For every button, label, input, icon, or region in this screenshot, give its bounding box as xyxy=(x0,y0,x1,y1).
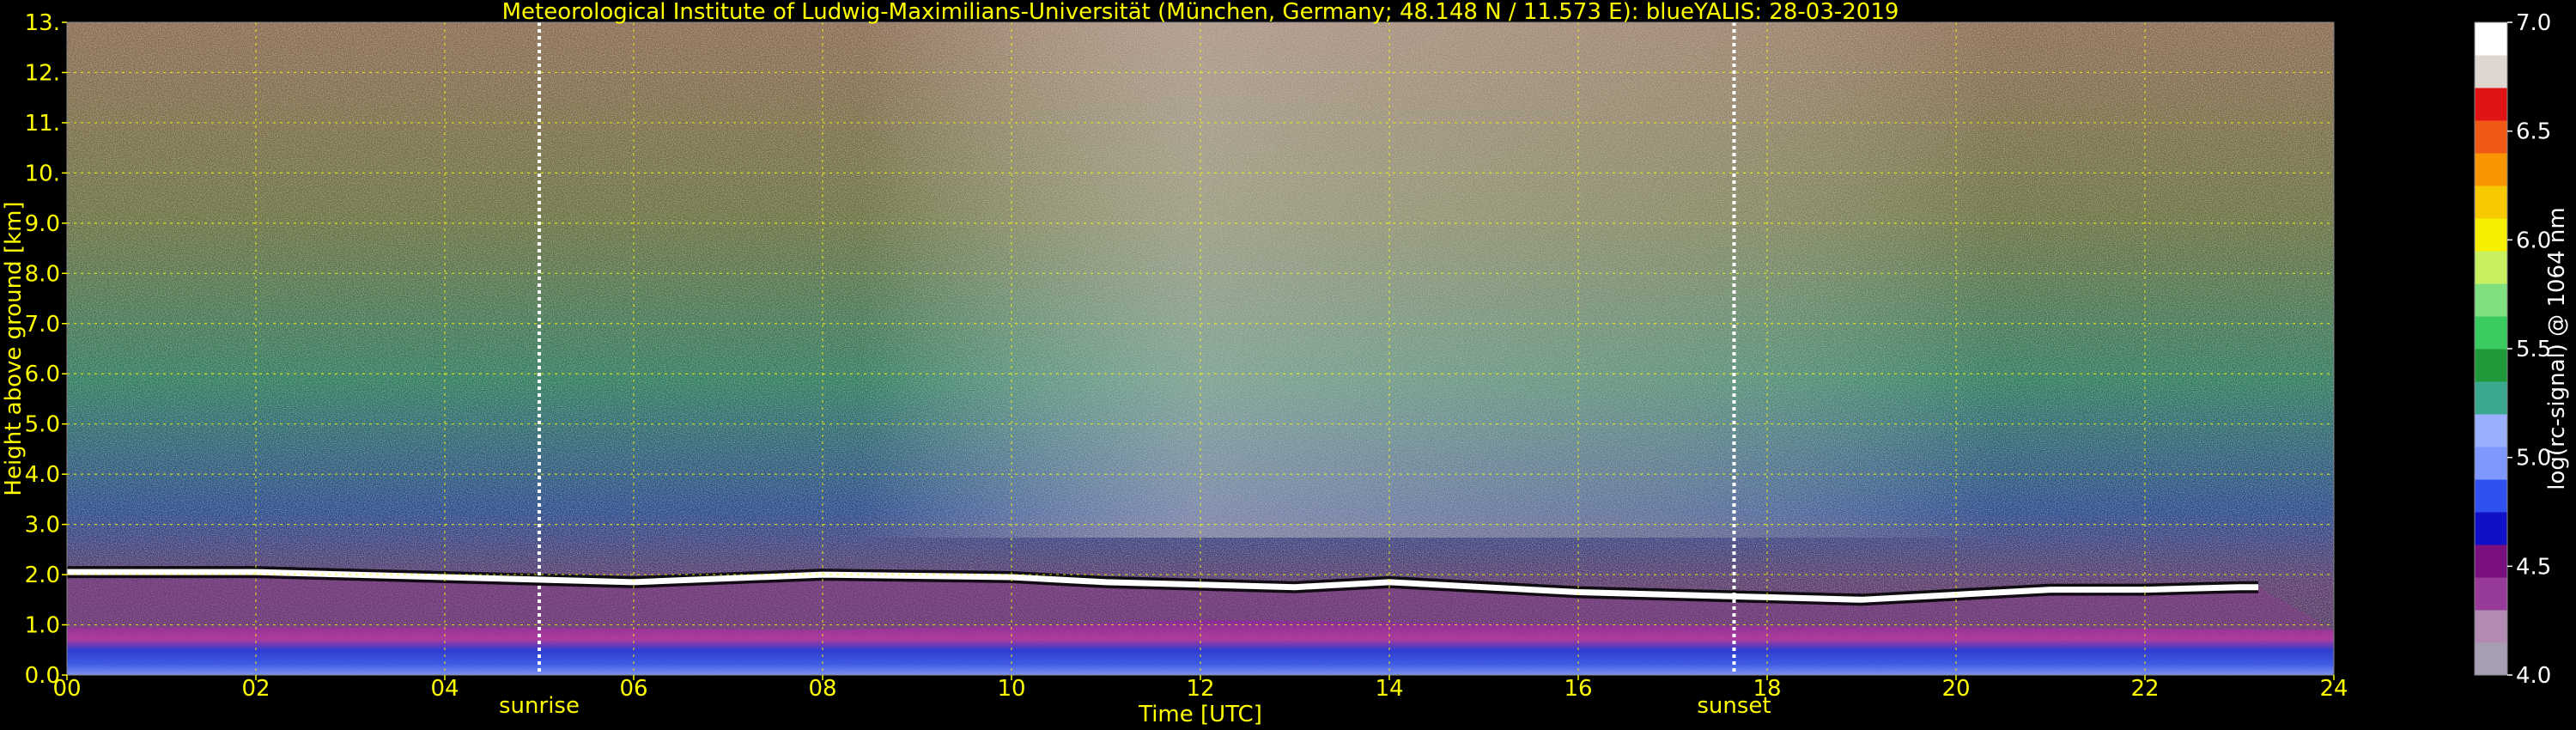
y-tick-label: 5.0 xyxy=(25,412,60,438)
y-tick-label: 9.0 xyxy=(25,211,60,237)
y-tick-label: 10. xyxy=(25,161,60,186)
colorbar-swatch xyxy=(2475,447,2507,480)
colorbar-swatch xyxy=(2475,479,2507,513)
x-axis-label: Time [UTC] xyxy=(1138,702,1262,727)
x-tick-label: 10 xyxy=(997,676,1025,702)
y-axis-label: Height above ground [km] xyxy=(1,201,27,496)
x-tick-label: 12 xyxy=(1186,676,1214,702)
colorbar-swatch xyxy=(2475,55,2507,88)
x-tick-label: 14 xyxy=(1375,676,1403,702)
colorbar-swatch xyxy=(2475,283,2507,317)
lidar-chart: 0.01.02.03.04.05.06.07.08.09.010.11.12.1… xyxy=(1,0,2570,727)
x-tick-label: 04 xyxy=(430,676,459,702)
sunset-label: sunset xyxy=(1697,693,1771,719)
x-axis-ticks: 00 02 04 06 08 10 12 14 16 18 20 22 24 xyxy=(52,675,2348,702)
y-tick-label: 3.0 xyxy=(25,513,60,538)
x-tick-label: 00 xyxy=(52,676,81,702)
sunrise-label: sunrise xyxy=(499,693,580,719)
y-tick-label: 1.0 xyxy=(25,613,60,639)
colorbar-swatch xyxy=(2475,577,2507,611)
x-tick-label: 22 xyxy=(2130,676,2159,702)
x-tick-label: 20 xyxy=(1941,676,1970,702)
y-axis-ticks: 0.01.02.03.04.05.06.07.08.09.010.11.12.1… xyxy=(25,10,67,689)
colorbar-swatch xyxy=(2475,153,2507,186)
y-tick-label: 8.0 xyxy=(25,261,60,287)
colorbar-swatch xyxy=(2475,218,2507,252)
colorbar-swatch xyxy=(2475,316,2507,350)
colorbar-swatch xyxy=(2475,251,2507,284)
colorbar-swatch xyxy=(2475,414,2507,447)
y-tick-label: 11. xyxy=(25,111,60,137)
colorbar-swatches xyxy=(2475,22,2507,676)
x-tick-label: 24 xyxy=(2319,676,2348,702)
x-tick-label: 08 xyxy=(808,676,836,702)
plot-area xyxy=(66,21,2335,676)
x-tick-label: 02 xyxy=(241,676,270,702)
y-tick-label: 7.0 xyxy=(25,312,60,338)
colorbar-tick-label: 4.0 xyxy=(2516,663,2551,689)
colorbar-swatch xyxy=(2475,88,2507,121)
colorbar-swatch xyxy=(2475,22,2507,56)
y-tick-label: 12. xyxy=(25,60,60,86)
colorbar-tick-label: 7.0 xyxy=(2516,10,2551,36)
colorbar-swatch xyxy=(2475,642,2507,676)
colorbar-swatch xyxy=(2475,381,2507,415)
y-tick-label: 13. xyxy=(25,10,60,36)
colorbar-swatch xyxy=(2475,120,2507,154)
colorbar-swatch xyxy=(2475,544,2507,578)
colorbar-swatch xyxy=(2475,512,2507,545)
colorbar-swatch xyxy=(2475,349,2507,382)
colorbar-label: log(rc-signal) @ 1064 nm xyxy=(2544,207,2570,490)
y-tick-label: 4.0 xyxy=(25,462,60,488)
colorbar-tick-label: 4.5 xyxy=(2516,554,2551,580)
x-tick-label: 16 xyxy=(1564,676,1592,702)
y-tick-label: 2.0 xyxy=(25,563,60,588)
chart-title: Meteorological Institute of Ludwig-Maxim… xyxy=(502,0,1899,25)
colorbar-swatch xyxy=(2475,610,2507,643)
colorbar-swatch xyxy=(2475,186,2507,219)
y-tick-label: 6.0 xyxy=(25,362,60,387)
colorbar: 4.04.55.05.56.06.57.0 log(rc-signal) @ 1… xyxy=(2474,10,2570,689)
x-tick-label: 06 xyxy=(619,676,647,702)
colorbar-tick-label: 6.5 xyxy=(2516,119,2551,145)
